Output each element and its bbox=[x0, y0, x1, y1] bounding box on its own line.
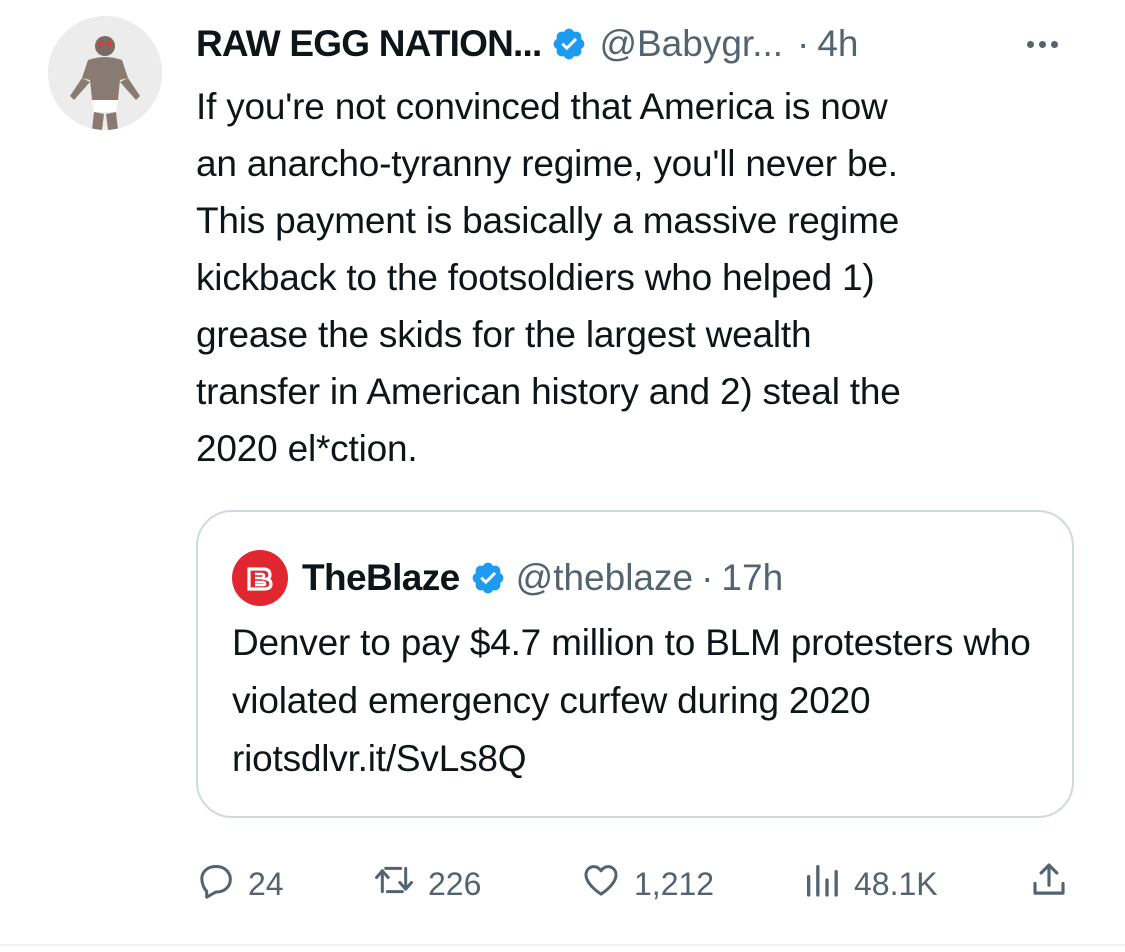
views-count: 48.1K bbox=[854, 865, 938, 902]
avatar-image bbox=[48, 16, 162, 130]
share-icon bbox=[1028, 859, 1070, 909]
tweet-header: RAW EGG NATION... @Babygr... · 4h bbox=[196, 18, 1086, 70]
quoted-tweet-text: Denver to pay $4.7 million to BLM protes… bbox=[232, 622, 1031, 779]
views-icon bbox=[802, 860, 842, 908]
quoted-tweet-timestamp[interactable]: 17h bbox=[721, 557, 783, 599]
author-handle[interactable]: @Babygr... bbox=[599, 23, 783, 65]
like-count: 1,212 bbox=[634, 865, 715, 902]
repost-count: 226 bbox=[428, 865, 482, 902]
tweet-actions-bar: 24 226 1,212 48.1K bbox=[196, 852, 1076, 916]
verified-badge-icon bbox=[551, 26, 587, 62]
quoted-tweet[interactable]: TheBlaze @theblaze · 17h Denver to pay $… bbox=[196, 510, 1074, 818]
repost-button[interactable]: 226 bbox=[372, 852, 481, 916]
quoted-author-name[interactable]: TheBlaze bbox=[302, 557, 460, 599]
views-button[interactable]: 48.1K bbox=[802, 852, 938, 916]
more-options-icon[interactable] bbox=[1027, 22, 1058, 66]
author-avatar[interactable] bbox=[48, 16, 162, 130]
share-button[interactable] bbox=[1028, 852, 1070, 916]
repost-icon bbox=[372, 860, 416, 908]
quoted-author-handle[interactable]: @theblaze bbox=[516, 557, 693, 599]
tweet-divider bbox=[0, 944, 1125, 946]
reply-count: 24 bbox=[248, 865, 284, 902]
tweet-timestamp[interactable]: 4h bbox=[817, 23, 858, 65]
theblaze-logo-icon[interactable] bbox=[232, 550, 288, 606]
reply-icon bbox=[196, 860, 236, 908]
reply-button[interactable]: 24 bbox=[196, 852, 284, 916]
quoted-tweet-header: TheBlaze @theblaze · 17h bbox=[232, 550, 783, 606]
separator-dot: · bbox=[701, 557, 714, 598]
like-icon bbox=[580, 860, 622, 908]
like-button[interactable]: 1,212 bbox=[580, 852, 714, 916]
author-name[interactable]: RAW EGG NATION... bbox=[196, 23, 542, 65]
tweet-text: If you're not convinced that America is … bbox=[196, 86, 901, 469]
separator-dot: · bbox=[797, 23, 810, 64]
verified-badge-icon bbox=[470, 560, 506, 596]
